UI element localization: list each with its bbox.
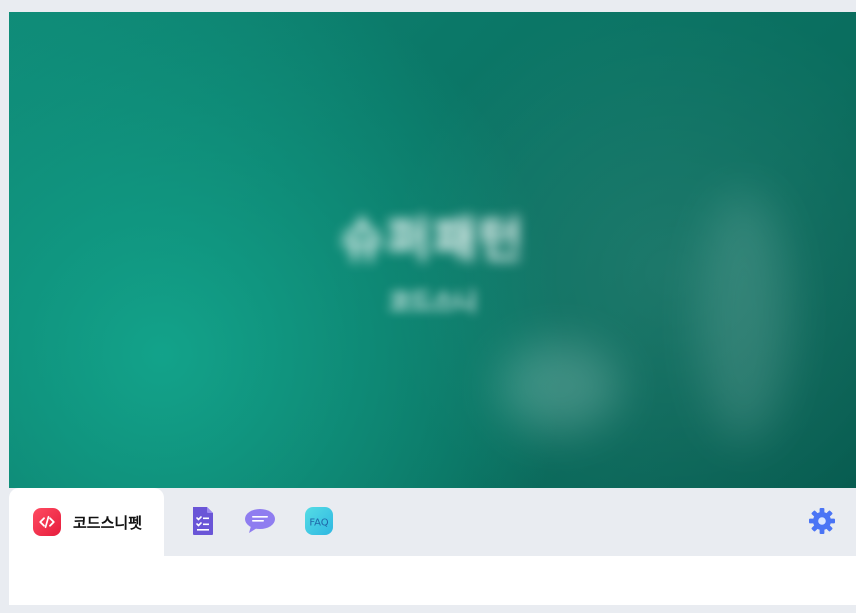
tab-label: 코드스니펫 — [73, 513, 143, 532]
content-panel — [9, 556, 856, 605]
hero-subtitle: 코드스니 — [388, 288, 477, 316]
code-icon-svg — [39, 515, 55, 529]
faq-icon[interactable]: FAQ — [301, 503, 337, 539]
faq-icon-label: FAQ — [309, 518, 328, 529]
document-checklist-icon[interactable] — [185, 503, 221, 539]
hero-title: 슈퍼패턴 — [340, 212, 525, 268]
app-window: 슈퍼패턴 코드스니 코드스니펫 FAQ — [0, 0, 856, 613]
tab-code-snippet[interactable]: 코드스니펫 — [9, 488, 164, 556]
code-icon — [33, 508, 61, 536]
bottom-tab-bar: 코드스니펫 FAQ — [9, 488, 856, 556]
hero-banner: 슈퍼패턴 코드스니 — [9, 12, 856, 488]
hero-blur-blob — [499, 342, 619, 432]
gear-icon[interactable] — [804, 503, 840, 539]
chat-bubble-icon[interactable] — [242, 503, 278, 539]
